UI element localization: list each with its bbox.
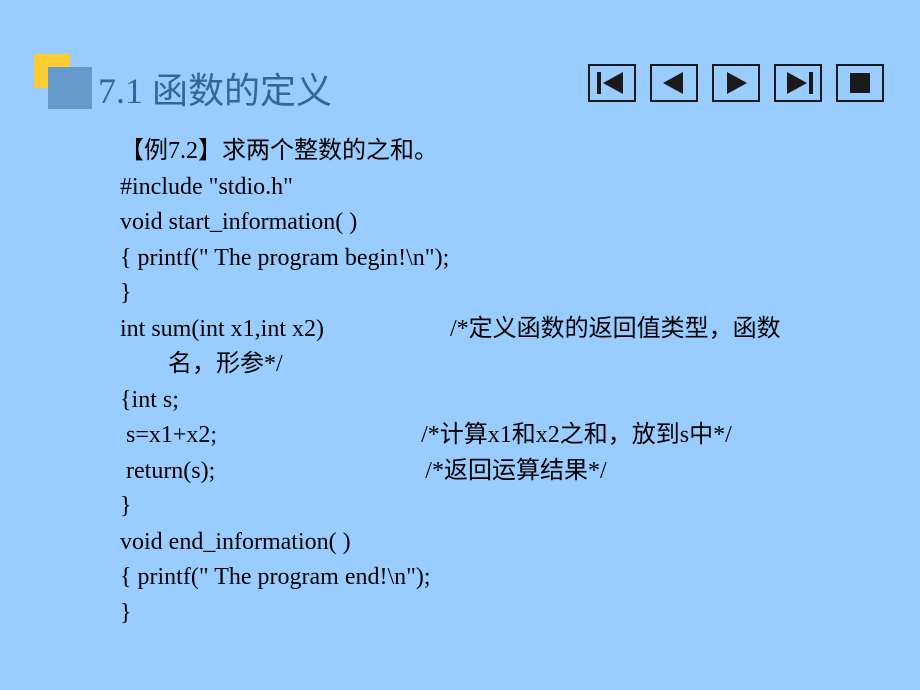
code-line: int sum(int x1,int x2) /*定义函数的返回值类型，函数 <box>120 312 880 348</box>
code-line: } <box>120 596 880 632</box>
slide-decoration <box>34 54 92 108</box>
slide-content: 【例7.2】求两个整数的之和。 #include "stdio.h" void … <box>120 134 880 631</box>
code-line: { printf(" The program end!\n"); <box>120 560 880 596</box>
code-line: } <box>120 489 880 525</box>
stop-icon <box>843 70 877 96</box>
next-icon <box>719 70 753 96</box>
nav-button-group <box>588 64 884 102</box>
code-line: void start_information( ) <box>120 205 880 241</box>
deco-blue-square <box>48 67 92 109</box>
code-line: void end_information( ) <box>120 525 880 561</box>
slide-title: 7.1 函数的定义 <box>98 62 332 114</box>
first-icon <box>595 70 629 96</box>
prev-icon <box>657 70 691 96</box>
code-line: } <box>120 276 880 312</box>
last-button[interactable] <box>774 64 822 102</box>
code-line: #include "stdio.h" <box>120 170 880 206</box>
code-line: return(s); /*返回运算结果*/ <box>120 454 880 490</box>
code-line: { printf(" The program begin!\n"); <box>120 241 880 277</box>
prev-button[interactable] <box>650 64 698 102</box>
code-line: 名，形参*/ <box>120 347 880 383</box>
code-line: {int s; <box>120 383 880 419</box>
next-button[interactable] <box>712 64 760 102</box>
first-button[interactable] <box>588 64 636 102</box>
stop-button[interactable] <box>836 64 884 102</box>
last-icon <box>781 70 815 96</box>
code-line: 【例7.2】求两个整数的之和。 <box>120 134 880 170</box>
code-line: s=x1+x2; /*计算x1和x2之和，放到s中*/ <box>120 418 880 454</box>
